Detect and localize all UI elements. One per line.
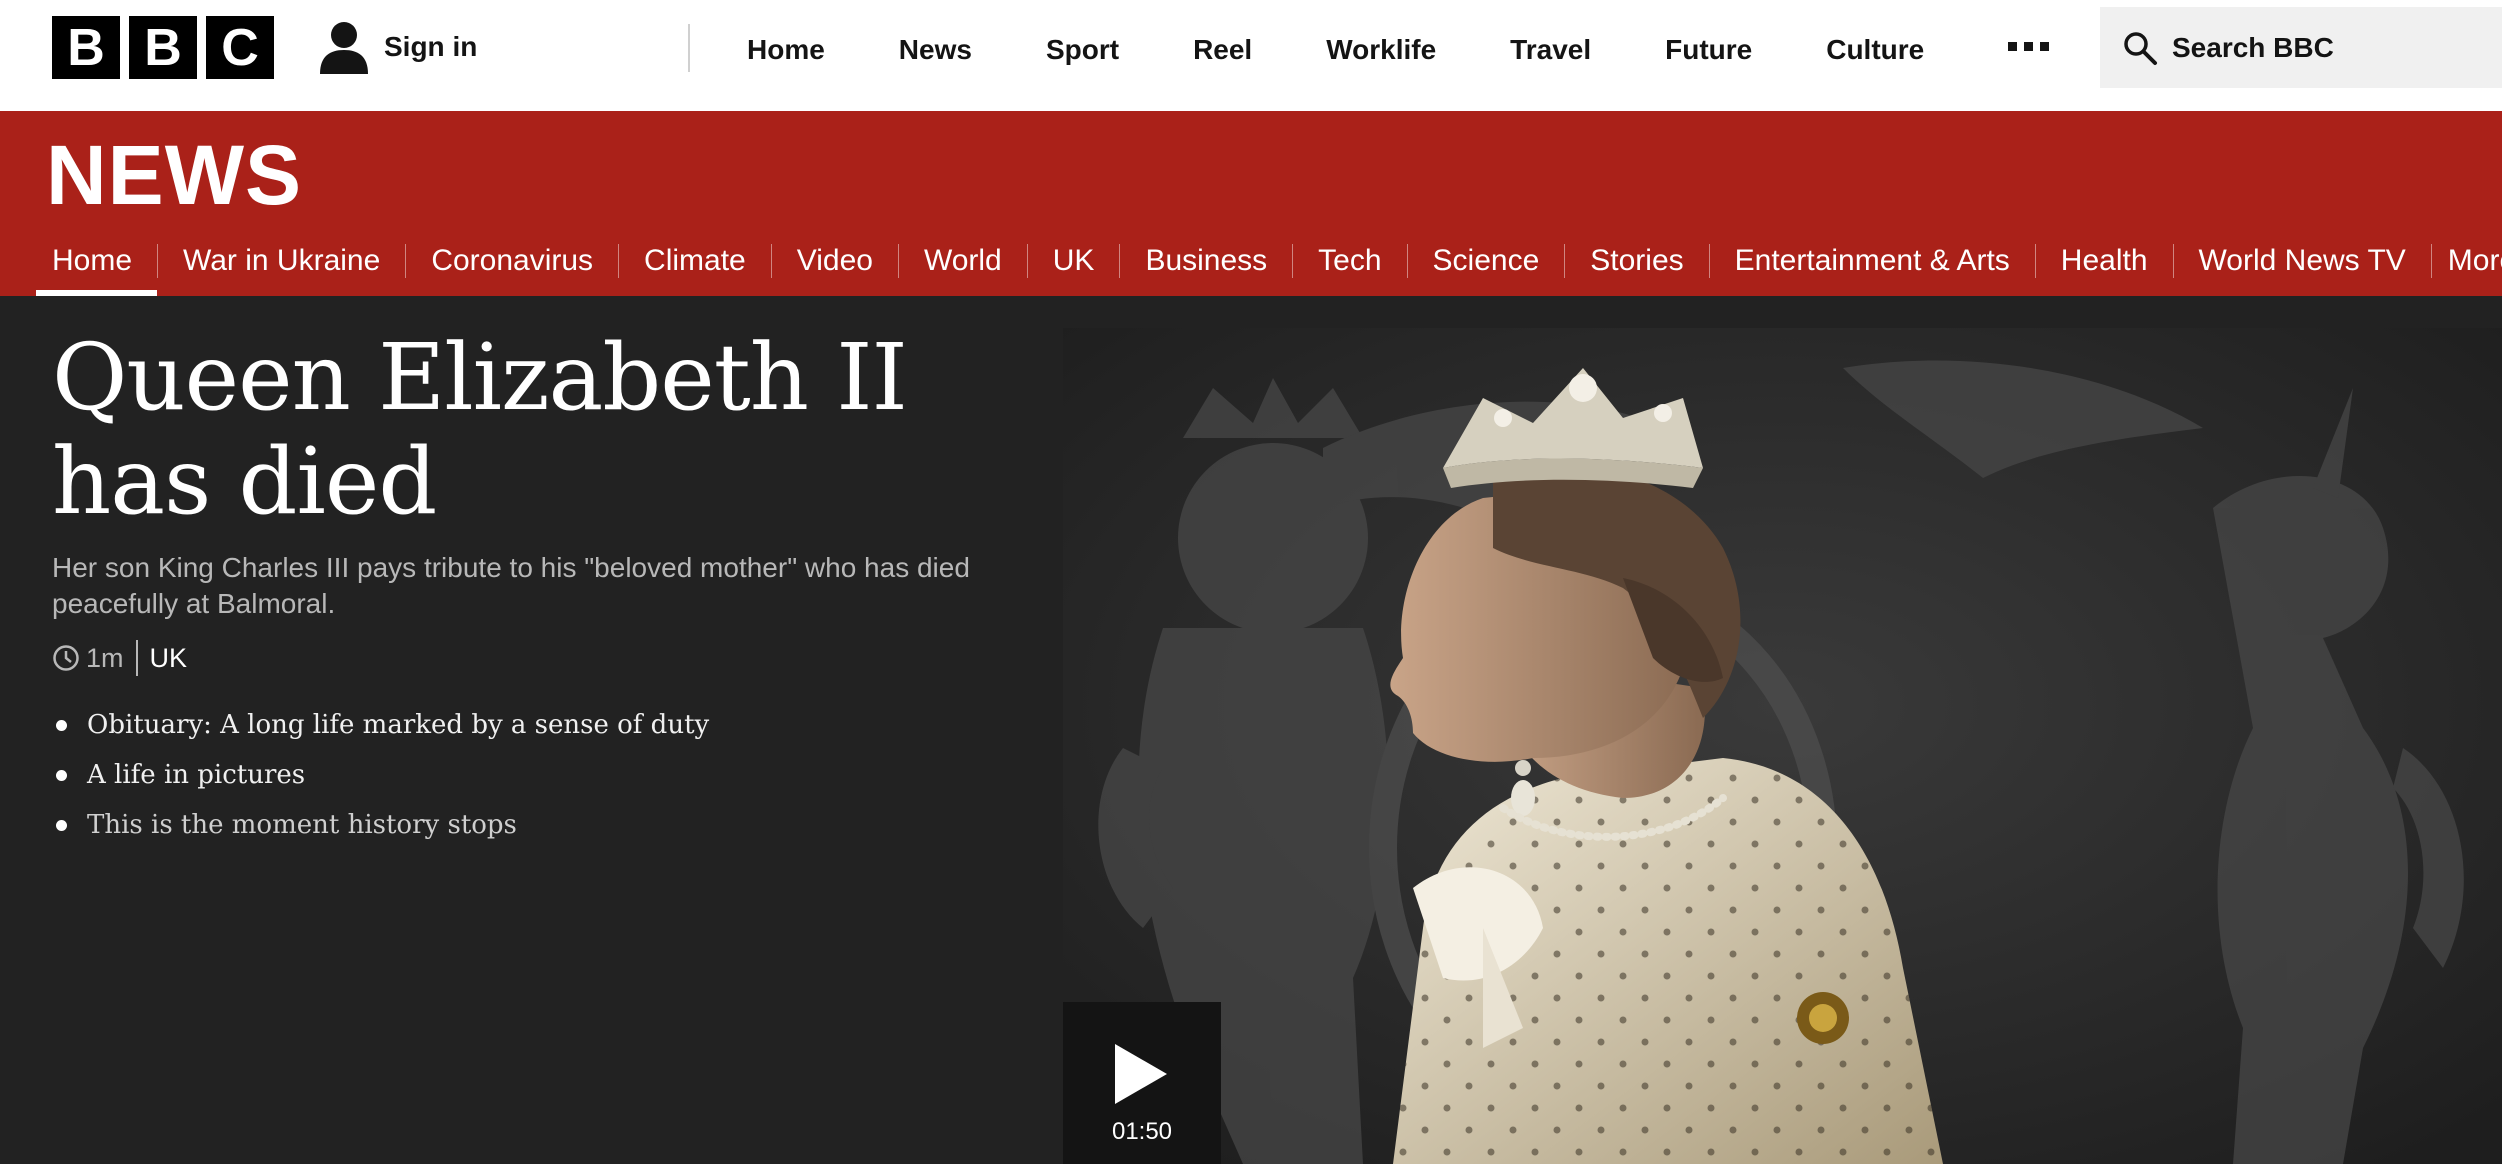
sign-in-button[interactable]: Sign in [318, 20, 477, 74]
news-nav-label: Science [1432, 244, 1540, 277]
news-nav-entertainment-arts[interactable]: Entertainment & Arts [1710, 226, 2035, 296]
related-links: Obituary: A long life marked by a sense … [52, 700, 709, 850]
bbc-top-bar: B B C Sign in Home News Sport Reel Workl… [0, 0, 2502, 111]
news-nav-uk[interactable]: UK [1028, 226, 1120, 296]
play-icon [1115, 1044, 1167, 1104]
top-nav: Home News Sport Reel Worklife Travel Fut… [690, 0, 1961, 100]
news-nav-health[interactable]: Health [2036, 226, 2173, 296]
logo-letter: C [206, 16, 274, 79]
news-nav-more[interactable]: More [2432, 226, 2502, 296]
bbc-logo[interactable]: B B C [52, 16, 274, 79]
news-nav-war-in-ukraine[interactable]: War in Ukraine [158, 226, 405, 296]
news-nav-label: Tech [1318, 244, 1382, 277]
related-link[interactable]: A life in pictures [52, 750, 709, 800]
news-nav-home[interactable]: Home [0, 226, 158, 296]
search-box[interactable]: Search BBC [2100, 7, 2502, 88]
news-nav-label: War in Ukraine [183, 244, 381, 277]
video-duration: 01:50 [1111, 1118, 1173, 1145]
video-play-button[interactable]: 01:50 [1063, 1002, 1221, 1164]
top-nav-home[interactable]: Home [690, 34, 862, 66]
user-icon [320, 22, 368, 74]
news-nav-label: Business [1145, 244, 1268, 277]
logo-letter: B [129, 16, 197, 79]
sign-in-label: Sign in [384, 31, 478, 62]
news-nav-science[interactable]: Science [1408, 226, 1565, 296]
more-dots-icon[interactable] [2008, 42, 2049, 51]
news-nav-label: Home [52, 244, 133, 277]
top-nav-culture[interactable]: Culture [1789, 34, 1961, 66]
top-nav-reel[interactable]: Reel [1156, 34, 1289, 66]
related-link-label: A life in pictures [87, 760, 306, 790]
top-nav-worklife[interactable]: Worklife [1289, 34, 1473, 66]
news-nav-label: World News TV [2198, 244, 2406, 277]
news-nav-stories[interactable]: Stories [1565, 226, 1708, 296]
news-nav-label: World [923, 244, 1002, 277]
clock-icon [53, 645, 79, 671]
news-nav-coronavirus[interactable]: Coronavirus [406, 226, 618, 296]
news-brand[interactable]: NEWS [46, 127, 302, 224]
top-nav-travel[interactable]: Travel [1473, 34, 1628, 66]
news-nav-label: UK [1052, 244, 1095, 277]
related-link[interactable]: This is the moment history stops [52, 800, 709, 850]
news-nav-world[interactable]: World [899, 226, 1027, 296]
related-link-label: This is the moment history stops [87, 810, 517, 840]
story-meta: 1m UK [52, 638, 187, 678]
summary: Her son King Charles III pays tribute to… [52, 552, 970, 619]
news-nav-tech[interactable]: Tech [1293, 226, 1406, 296]
news-nav-label: Coronavirus [431, 244, 594, 277]
news-nav-label: Health [2060, 244, 2148, 277]
logo-letter: B [52, 16, 120, 79]
news-nav-label: Stories [1590, 244, 1684, 277]
news-nav-label: Video [796, 244, 873, 277]
news-nav-label: Entertainment & Arts [1734, 244, 2010, 277]
news-nav-video[interactable]: Video [772, 226, 898, 296]
search-icon [2124, 31, 2157, 65]
top-nav-news[interactable]: News [862, 34, 1009, 66]
timestamp: 1m [86, 642, 124, 673]
news-header: NEWS Home War in Ukraine Coronavirus Cli… [0, 111, 2502, 296]
news-nav-world-news-tv[interactable]: World News TV [2174, 226, 2431, 296]
top-nav-sport[interactable]: Sport [1009, 34, 1156, 66]
hero-image[interactable] [1063, 328, 2502, 1164]
news-nav-climate[interactable]: Climate [619, 226, 771, 296]
meta-separator [135, 640, 138, 676]
headline[interactable]: Queen Elizabeth II has died [52, 326, 1052, 534]
top-story: Queen Elizabeth II has died Her son King… [0, 296, 2502, 1164]
search-input[interactable]: Search BBC [2172, 32, 2334, 64]
news-nav: Home War in Ukraine Coronavirus Climate … [0, 226, 2502, 296]
related-link-label: Obituary: A long life marked by a sense … [87, 710, 710, 740]
top-nav-future[interactable]: Future [1628, 34, 1789, 66]
news-nav-label: Climate [644, 244, 746, 277]
queen-portrait-image [1063, 328, 2502, 1164]
related-link[interactable]: Obituary: A long life marked by a sense … [52, 700, 709, 750]
news-nav-business[interactable]: Business [1120, 226, 1292, 296]
news-nav-more-label: More [2447, 244, 2502, 277]
section-tag[interactable]: UK [150, 643, 188, 674]
